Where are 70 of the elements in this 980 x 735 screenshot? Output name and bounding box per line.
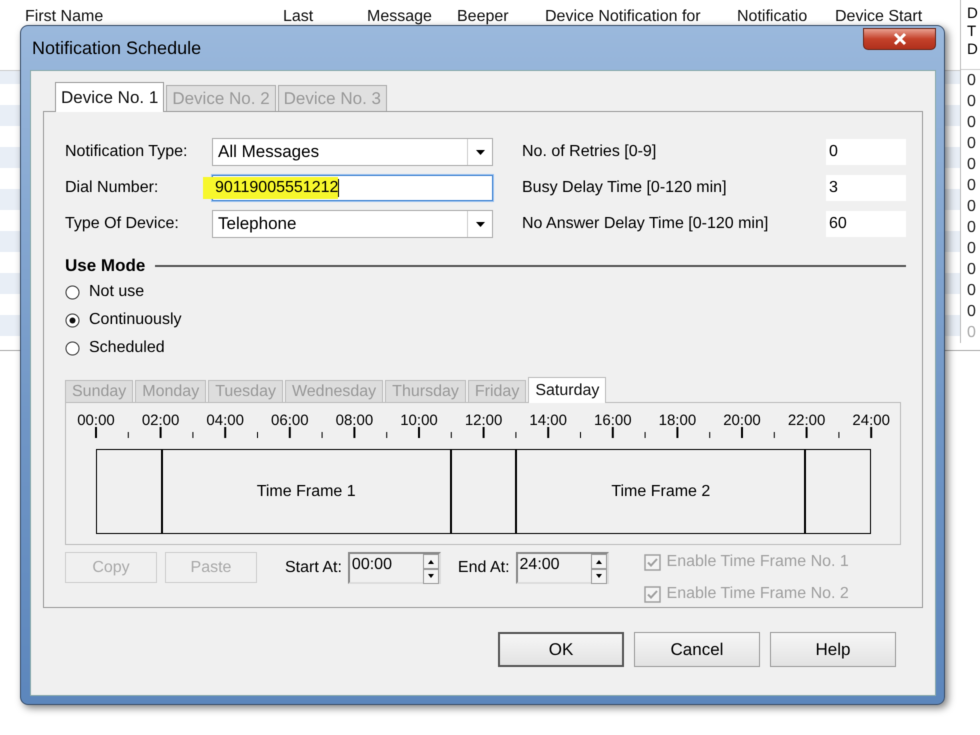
axis-label: 02:00 [142,412,180,429]
table-cell-text: 0 [966,176,977,196]
input-field[interactable]: 3 [826,175,906,201]
axis-label: 08:00 [336,412,374,429]
column-header: Last [283,8,314,26]
table-cell-text: 0 [966,155,977,175]
input-field[interactable]: 60 [826,211,906,237]
axis-label: 16:00 [594,412,632,429]
column-header: Device Start [835,8,922,26]
input-field[interactable]: 0 [826,139,906,165]
table-cell-text: 0 [966,260,977,280]
table-cell-text: 0 [966,113,977,133]
table-cell-text: 0 [966,281,977,301]
axis-label: 04:00 [206,412,244,429]
field-label: Busy Delay Time [0-120 min] [522,179,728,197]
field-label: No Answer Delay Time [0-120 min] [522,215,770,233]
radio-option[interactable]: Scheduled [65,338,165,358]
dropdown[interactable]: All Messages [212,138,493,166]
field-label: Notification Type: [65,143,188,161]
axis-label: 10:00 [400,412,438,429]
dropdown[interactable]: Telephone [212,210,493,238]
axis-label: 06:00 [271,412,309,429]
table-cell-text: 0 [966,71,977,91]
axis-label: 20:00 [723,412,761,429]
field-label: No. of Retries [0-9] [522,143,658,161]
axis-label: 14:00 [529,412,567,429]
dialog-button[interactable]: Help [770,632,896,667]
axis-label: 12:00 [464,412,502,429]
column-header: D [966,5,979,23]
device-tab[interactable]: Device No. 1 [55,82,164,112]
table-cell-text: 0 [966,92,977,112]
group-title: Use Mode [65,256,146,276]
radio-option[interactable]: Not use [65,282,144,302]
spinner-arrows-icon [590,554,607,584]
axis-label: 22:00 [788,412,826,429]
field-label: Start At: [285,559,342,577]
table-cell-text: 0 [966,134,977,154]
axis-label: 24:00 [852,412,890,429]
caret-icon [476,222,484,226]
dialog-button[interactable]: Cancel [634,632,760,667]
time-frame-block[interactable]: Time Frame 1 [160,450,452,533]
field-label: End At: [458,559,510,577]
window-title: Notification Schedule [32,38,202,58]
axis-label: 00:00 [77,412,115,429]
column-header: Device Notification for [545,8,701,26]
table-cell-text: 0 [966,218,977,238]
dialog-button[interactable]: OK [498,632,624,667]
radio-option[interactable]: Continuously [65,310,182,330]
table-cell-text: 0 [966,323,977,343]
table-cell-text: 0 [966,239,977,259]
input-field[interactable]: 90119005551212 [212,175,493,201]
field-label: Dial Number: [65,179,160,197]
column-header: Beeper [457,8,509,26]
close-button[interactable] [863,28,936,50]
time-frame-block[interactable]: Time Frame 2 [515,450,806,533]
day-tab[interactable]: Saturday [528,377,606,403]
column-header: D [966,41,979,59]
spinner-arrows-icon [422,554,439,584]
caret-icon [476,150,484,154]
column-header: Notificatio [737,8,808,26]
table-cell-text: 0 [966,302,977,322]
column-header: T [966,23,978,41]
column-header: Message [367,8,432,26]
column-header: First Name [25,8,104,26]
table-cell-text: 0 [966,197,977,217]
time-spinner[interactable]: 24:00 [516,552,609,584]
axis-label: 18:00 [658,412,696,429]
close-icon [892,32,908,46]
field-label: Type Of Device: [65,215,180,233]
time-spinner[interactable]: 00:00 [348,552,441,584]
